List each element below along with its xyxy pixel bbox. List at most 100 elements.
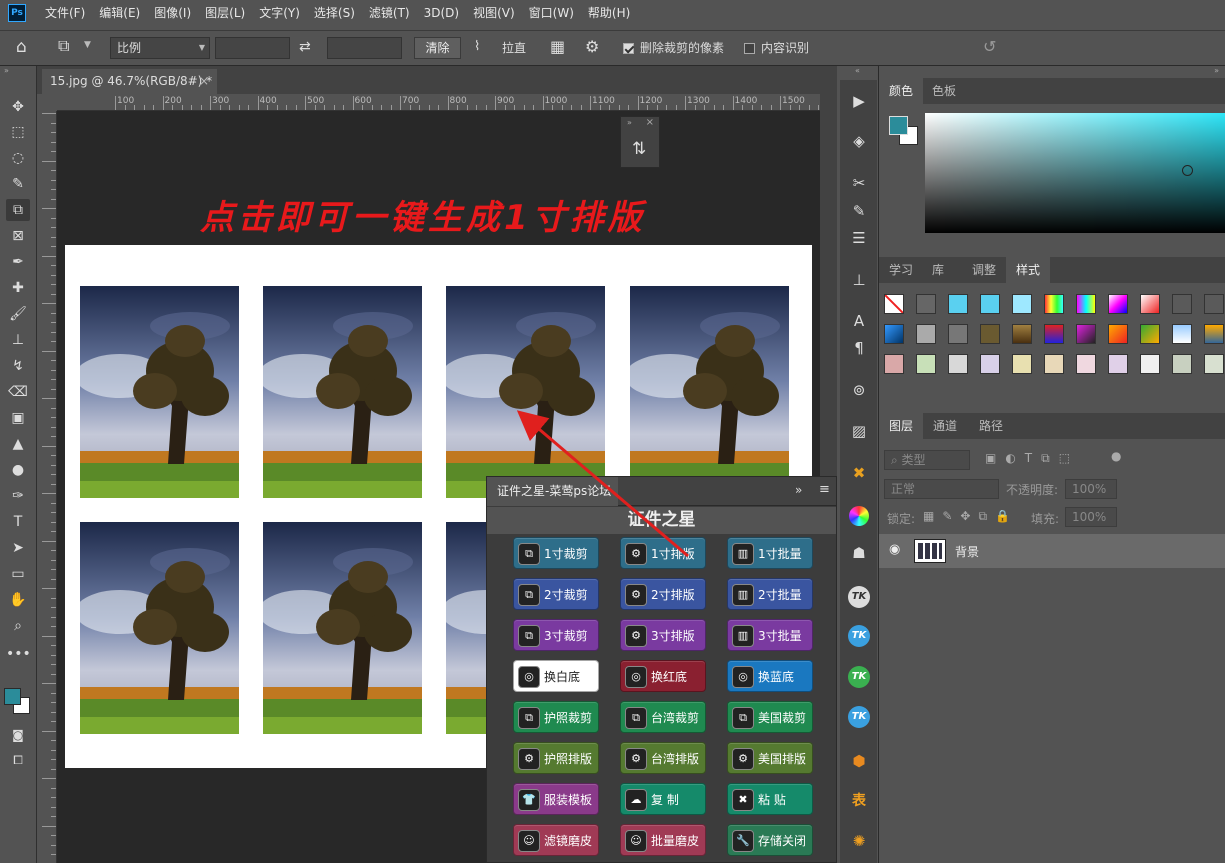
blur-tool-icon[interactable]: ▲ bbox=[6, 433, 30, 455]
straighten-label[interactable]: 拉直 bbox=[502, 37, 526, 59]
foreground-color-swatch[interactable] bbox=[4, 688, 21, 705]
style-swatch[interactable] bbox=[1140, 294, 1160, 314]
color-picker-field[interactable] bbox=[925, 113, 1225, 233]
tab-swatches[interactable]: 色板 bbox=[922, 78, 966, 104]
style-swatch[interactable] bbox=[1076, 324, 1096, 344]
filter-toggle-icon[interactable]: ● bbox=[1111, 449, 1121, 463]
style-swatch[interactable] bbox=[884, 324, 904, 344]
tab-adjustments[interactable]: 调整 bbox=[962, 257, 1006, 283]
style-swatch[interactable] bbox=[1012, 294, 1032, 314]
plugin-button[interactable]: ☺ 滤镜磨皮 bbox=[513, 824, 599, 856]
paragraph-icon[interactable]: ¶ bbox=[846, 335, 872, 361]
style-swatch[interactable] bbox=[1172, 324, 1192, 344]
style-swatch[interactable] bbox=[1204, 294, 1224, 314]
info-icon[interactable]: ⊚ bbox=[846, 377, 872, 403]
plugin-button[interactable]: 🔧 存储关闭 bbox=[727, 824, 813, 856]
style-swatch[interactable] bbox=[980, 294, 1000, 314]
plugin-button[interactable]: ▥ 2寸批量 bbox=[727, 578, 813, 610]
swap-icon[interactable]: ⇄ bbox=[299, 39, 311, 55]
marquee-tool-icon[interactable]: ⬚ bbox=[6, 121, 30, 143]
delete-cropped-label[interactable]: 删除裁剪的像素 bbox=[640, 37, 724, 59]
style-swatch[interactable] bbox=[1044, 324, 1064, 344]
collapse-icon[interactable]: » bbox=[4, 66, 9, 75]
plugin-button[interactable]: 👕 服装模板 bbox=[513, 783, 599, 815]
style-swatch[interactable] bbox=[1204, 324, 1224, 344]
plugin-button[interactable]: ◎ 换红底 bbox=[620, 660, 706, 692]
style-swatch[interactable] bbox=[1108, 294, 1128, 314]
tk-plugin-icon-2[interactable]: TK bbox=[848, 625, 870, 647]
plugin-button[interactable]: ⧉ 3寸裁剪 bbox=[513, 619, 599, 651]
style-swatch[interactable] bbox=[1140, 324, 1160, 344]
close-icon[interactable]: × bbox=[646, 117, 654, 128]
style-swatch[interactable] bbox=[916, 354, 936, 374]
tab-styles[interactable]: 样式 bbox=[1006, 257, 1051, 283]
tk-plugin-icon-4[interactable]: TK bbox=[848, 706, 870, 728]
brush-settings-icon[interactable]: ✎ bbox=[846, 198, 872, 224]
frame-tool-icon[interactable]: ⊠ bbox=[6, 225, 30, 247]
close-icon[interactable]: × bbox=[199, 69, 209, 93]
plugin-button[interactable]: ▥ 3寸批量 bbox=[727, 619, 813, 651]
collapse-icon[interactable]: » bbox=[1214, 66, 1219, 75]
style-swatch[interactable] bbox=[980, 354, 1000, 374]
opacity-input[interactable]: 100% bbox=[1065, 479, 1117, 499]
blend-mode-select[interactable]: 正常 bbox=[884, 479, 999, 499]
quick-mask-icon[interactable]: ◙ bbox=[6, 724, 30, 746]
plugin-button[interactable]: ⧉ 2寸裁剪 bbox=[513, 578, 599, 610]
menu-select[interactable]: 选择(S) bbox=[307, 0, 362, 26]
layer-kind-filter[interactable]: ⌕ 类型 bbox=[884, 450, 970, 470]
stamp-source-icon[interactable]: ⊥ bbox=[846, 267, 872, 293]
scissors-icon[interactable]: ✂ bbox=[846, 170, 872, 196]
dodge-tool-icon[interactable]: ● bbox=[6, 459, 30, 481]
brush-tool-icon[interactable]: 🖌 bbox=[6, 303, 30, 325]
plugin-button[interactable]: ☺ 批量磨皮 bbox=[620, 824, 706, 856]
zoom-tool-icon[interactable]: ⌕ bbox=[6, 615, 30, 637]
expand-icon[interactable]: » bbox=[627, 118, 632, 127]
plugin-button[interactable]: ⧉ 台湾裁剪 bbox=[620, 701, 706, 733]
color-wheel-icon[interactable] bbox=[846, 502, 872, 528]
style-swatch[interactable] bbox=[1076, 354, 1096, 374]
plugin-button[interactable]: ▥ 1寸批量 bbox=[727, 537, 813, 569]
tab-learn[interactable]: 学习 bbox=[879, 257, 923, 283]
width-input[interactable] bbox=[215, 37, 290, 59]
crop-tool-icon[interactable]: ⧉ bbox=[58, 36, 69, 56]
plugin-button[interactable]: ⚙ 美国排版 bbox=[727, 742, 813, 774]
tab-paths[interactable]: 路径 bbox=[969, 413, 1013, 439]
pen-tool-icon[interactable]: ✑ bbox=[6, 485, 30, 507]
style-swatch[interactable] bbox=[916, 294, 936, 314]
style-swatch[interactable] bbox=[1140, 354, 1160, 374]
collapse-icon[interactable]: « bbox=[855, 66, 860, 75]
style-swatch[interactable] bbox=[1076, 294, 1096, 314]
play-icon[interactable]: ▶ bbox=[846, 88, 872, 114]
no-style-swatch[interactable] bbox=[884, 294, 904, 314]
hand-tool-icon[interactable]: ✋ bbox=[6, 589, 30, 611]
content-aware-label[interactable]: 内容识别 bbox=[761, 37, 809, 59]
menu-view[interactable]: 视图(V) bbox=[466, 0, 522, 26]
plugin-button[interactable]: ⚙ 3寸排版 bbox=[620, 619, 706, 651]
expand-icon[interactable]: » bbox=[795, 483, 802, 497]
tab-layers[interactable]: 图层 bbox=[879, 413, 924, 439]
gradient-tool-icon[interactable]: ▣ bbox=[6, 407, 30, 429]
menu-help[interactable]: 帮助(H) bbox=[581, 0, 637, 26]
color-panel-foreground-swatch[interactable] bbox=[889, 116, 908, 135]
lock-icons[interactable]: ▦✎✥⧉🔒 bbox=[923, 509, 1018, 524]
plugin-button[interactable]: ⧉ 护照裁剪 bbox=[513, 701, 599, 733]
move-tool-icon[interactable]: ✥ bbox=[6, 96, 30, 118]
lasso-tool-icon[interactable]: ◌ bbox=[6, 147, 30, 169]
plugin-button[interactable]: ◎ 换白底 bbox=[513, 660, 599, 692]
menu-edit[interactable]: 编辑(E) bbox=[92, 0, 147, 26]
document-tab[interactable]: 15.jpg @ 46.7%(RGB/8#) * × bbox=[42, 69, 217, 94]
fill-input[interactable]: 100% bbox=[1065, 507, 1117, 527]
plugin-button[interactable]: ◎ 换蓝底 bbox=[727, 660, 813, 692]
style-swatch[interactable] bbox=[980, 324, 1000, 344]
plugin-button[interactable]: ⚙ 1寸排版 bbox=[620, 537, 706, 569]
menu-3d[interactable]: 3D(D) bbox=[417, 0, 466, 26]
history-brush-tool-icon[interactable]: ↯ bbox=[6, 355, 30, 377]
clear-button[interactable]: 清除 bbox=[414, 37, 461, 59]
adjust-sliders-icon[interactable]: ☰ bbox=[846, 225, 872, 251]
stamp-tool-icon[interactable]: ⊥ bbox=[6, 329, 30, 351]
package-icon[interactable]: ⬢ bbox=[846, 748, 872, 774]
delete-cropped-checkbox[interactable] bbox=[623, 43, 634, 54]
menu-window[interactable]: 窗口(W) bbox=[522, 0, 581, 26]
color-picker-handle[interactable] bbox=[1182, 165, 1193, 176]
plugin-button[interactable]: ⧉ 1寸裁剪 bbox=[513, 537, 599, 569]
